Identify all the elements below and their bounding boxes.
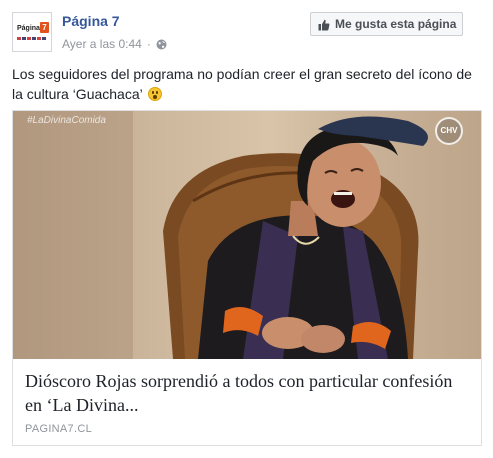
link-preview-domain: PAGINA7.CL bbox=[25, 423, 92, 435]
thumbs-up-icon bbox=[318, 18, 330, 31]
post-meta: Ayer a las 0:44 · bbox=[62, 37, 167, 51]
meta-separator: · bbox=[146, 37, 151, 51]
astonished-face-icon bbox=[148, 87, 163, 101]
page-avatar[interactable]: Página 7 bbox=[12, 12, 52, 52]
globe-icon[interactable] bbox=[156, 39, 167, 50]
post-message: Los seguidores del programa no podían cr… bbox=[12, 64, 482, 104]
post-timestamp[interactable]: Ayer a las 0:44 bbox=[62, 37, 142, 51]
channel-logo: CHV bbox=[435, 117, 463, 145]
image-watermark: #LaDivinaComida bbox=[27, 115, 106, 126]
like-page-button[interactable]: Me gusta esta página bbox=[310, 12, 463, 36]
link-preview-image[interactable]: #LaDivinaComida CHV bbox=[13, 111, 481, 359]
page-name-link[interactable]: Página 7 bbox=[62, 13, 120, 29]
avatar-logo-text: Página bbox=[17, 25, 40, 32]
like-button-label: Me gusta esta página bbox=[335, 17, 457, 31]
post-message-text: Los seguidores del programa no podían cr… bbox=[12, 66, 472, 102]
avatar-logo-stripe bbox=[17, 37, 47, 40]
link-preview-title[interactable]: Dióscoro Rojas sorprendió a todos con pa… bbox=[25, 369, 471, 417]
avatar-logo-badge: 7 bbox=[40, 22, 49, 33]
facebook-post: Página 7 Página 7 Ayer a las 0:44 · Me g… bbox=[0, 0, 493, 458]
link-preview-card[interactable]: #LaDivinaComida CHV Dióscoro Rojas sorpr… bbox=[12, 110, 482, 446]
